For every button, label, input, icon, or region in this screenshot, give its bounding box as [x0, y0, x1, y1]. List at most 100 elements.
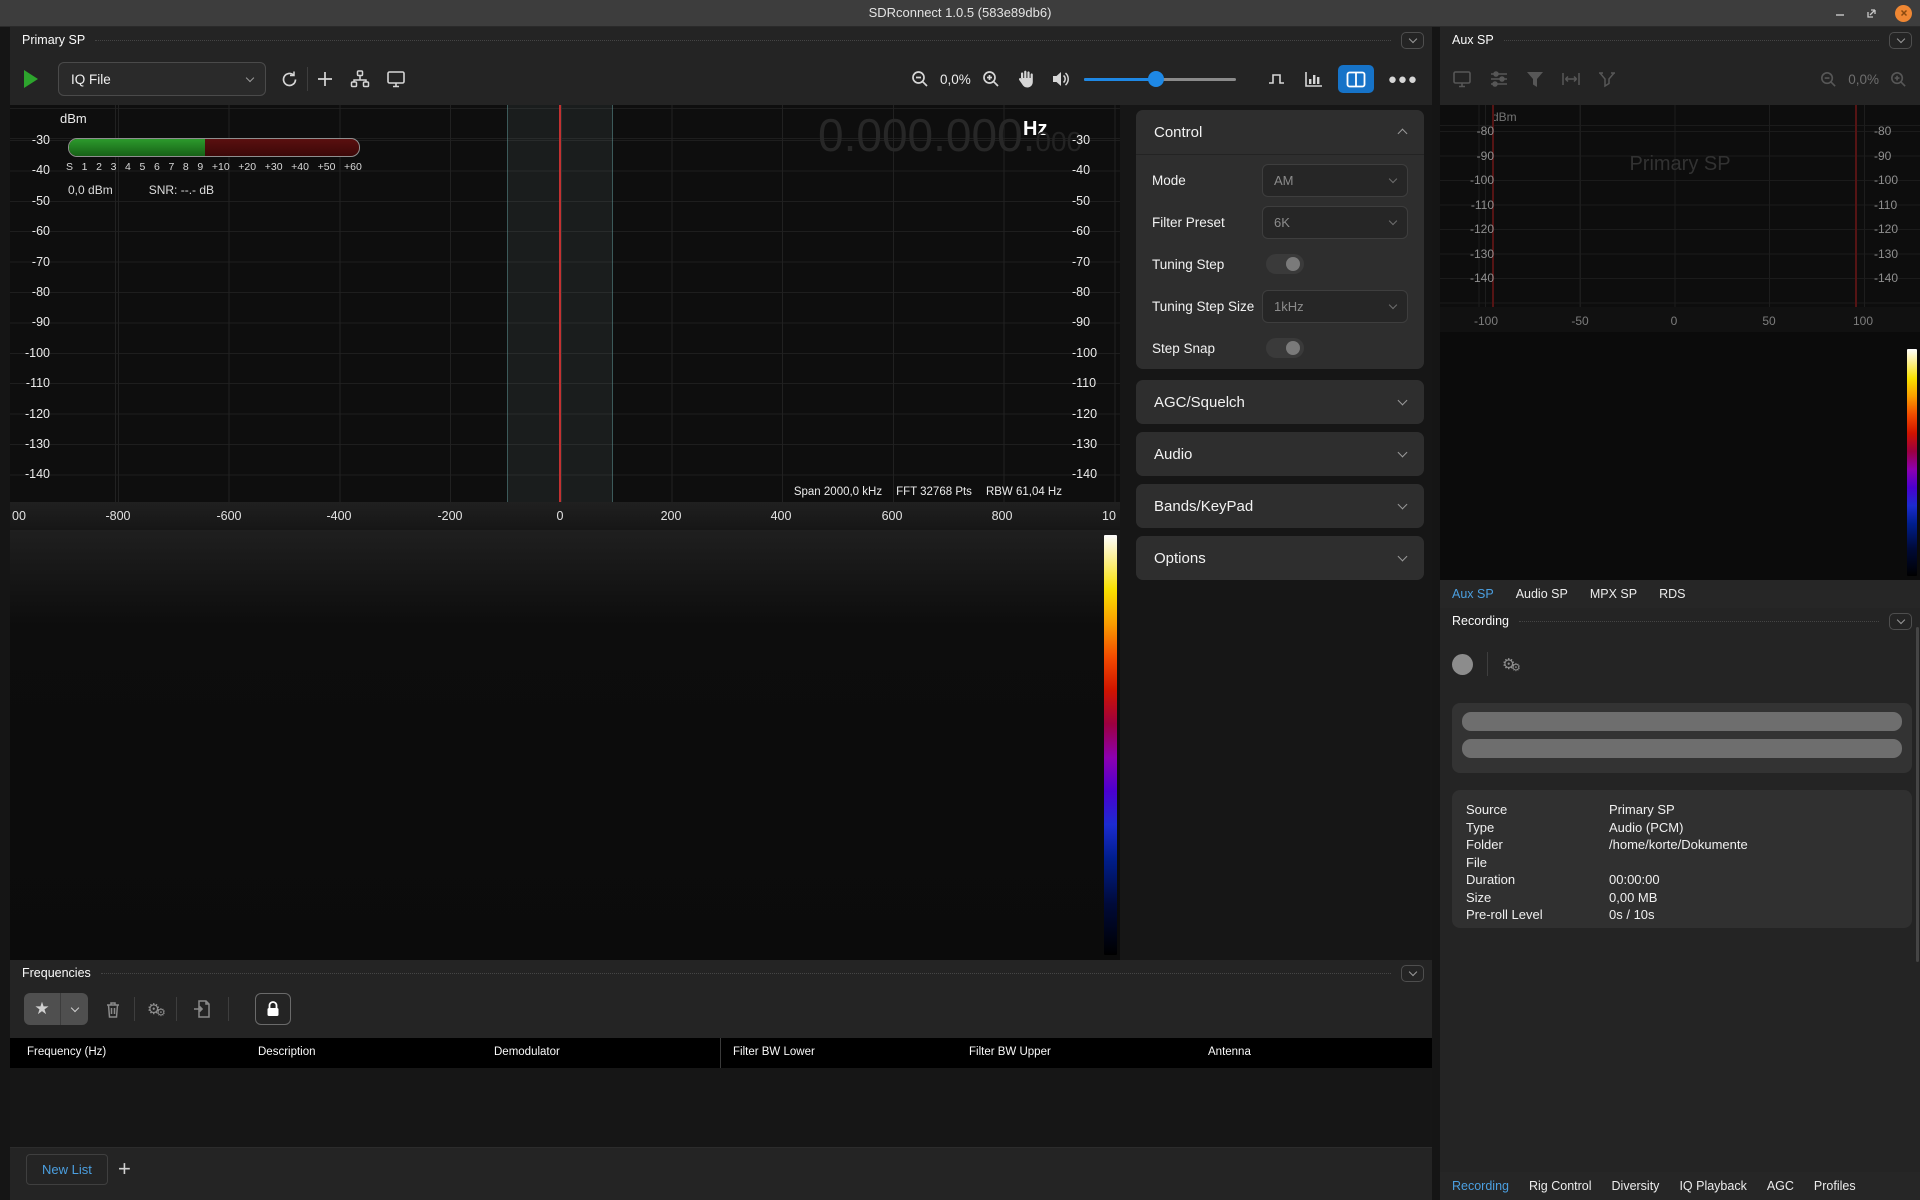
speaker-icon[interactable]	[1051, 70, 1072, 88]
span-width-icon[interactable]	[1561, 72, 1581, 86]
tab-diversity[interactable]: Diversity	[1612, 1179, 1660, 1193]
histogram-view-icon[interactable]	[1304, 70, 1324, 88]
split-view-button[interactable]	[1338, 65, 1374, 93]
tab-aux-sp[interactable]: Aux SP	[1452, 587, 1494, 601]
db-tick: -30	[14, 133, 50, 147]
tab-profiles[interactable]: Profiles	[1814, 1179, 1856, 1193]
aux-collapse-button[interactable]	[1889, 32, 1912, 49]
tab-iq-playback[interactable]: IQ Playback	[1679, 1179, 1746, 1193]
aux-db-tick: -90	[1454, 149, 1494, 163]
tab-mpx-sp[interactable]: MPX SP	[1590, 587, 1637, 601]
aux-db-tick: -130	[1874, 247, 1914, 261]
column-header[interactable]: Antenna	[1208, 1046, 1251, 1058]
s-meter-tick: +30	[265, 161, 283, 173]
tab-audio-sp[interactable]: Audio SP	[1516, 587, 1568, 601]
s-meter-tick: 6	[154, 161, 160, 173]
column-header[interactable]: Description	[258, 1046, 316, 1058]
tab-rds[interactable]: RDS	[1659, 587, 1685, 601]
volume-slider-knob[interactable]	[1148, 71, 1164, 87]
titlebar: SDRconnect 1.0.5 (583e89db6)	[0, 0, 1920, 27]
column-header[interactable]: Filter BW Upper	[969, 1046, 1051, 1058]
network-button[interactable]	[350, 69, 370, 89]
tuning-step-toggle[interactable]	[1266, 254, 1304, 274]
control-section-header[interactable]: Control	[1136, 110, 1424, 155]
tab-rig-control[interactable]: Rig Control	[1529, 1179, 1592, 1193]
more-options-button[interactable]: ●●●	[1388, 71, 1418, 88]
tab-recording[interactable]: Recording	[1452, 1179, 1509, 1193]
recording-collapse-button[interactable]	[1889, 613, 1912, 630]
frequency-display[interactable]: 0.000.000. 000	[818, 113, 1082, 157]
info-row: Pre-roll Level0s / 10s	[1466, 906, 1912, 924]
agc-squelch-header[interactable]: AGC/Squelch	[1136, 380, 1424, 424]
toggle-knob	[1286, 341, 1300, 355]
favorite-dropdown-button[interactable]	[60, 993, 88, 1025]
spectrum-display[interactable]: dBm Hz 0.000.000. 000 -30 -40 -50 -60 -7…	[10, 105, 1120, 502]
zoom-in-icon[interactable]	[1889, 70, 1908, 89]
settings-gears-icon[interactable]: ⚙⚙	[147, 1000, 160, 1018]
add-button[interactable]	[316, 70, 334, 88]
lock-button[interactable]	[255, 993, 291, 1025]
delete-icon[interactable]	[104, 1000, 122, 1019]
column-header[interactable]: Frequency (Hz)	[27, 1046, 106, 1058]
minimize-icon[interactable]	[1831, 4, 1849, 22]
new-list-tab[interactable]: New List	[26, 1154, 108, 1185]
tuning-cursor[interactable]	[559, 105, 561, 502]
s-meter-tick: 4	[125, 161, 131, 173]
import-export-icon[interactable]	[193, 999, 212, 1019]
column-header[interactable]: Demodulator	[494, 1046, 560, 1058]
sliders-icon[interactable]	[1489, 70, 1509, 88]
primary-collapse-button[interactable]	[1401, 32, 1424, 49]
aux-zoom-value: 0,0%	[1848, 72, 1879, 87]
filter-preset-label: Filter Preset	[1152, 215, 1225, 230]
recording-settings-icon[interactable]: ⚙⚙	[1502, 655, 1515, 673]
display-button[interactable]	[1452, 69, 1472, 89]
step-snap-toggle[interactable]	[1266, 338, 1304, 358]
zoom-out-icon[interactable]	[1819, 70, 1838, 89]
mode-select[interactable]: AM	[1262, 164, 1408, 197]
maximize-icon[interactable]	[1863, 4, 1881, 22]
zoom-out-icon[interactable]	[910, 69, 930, 89]
scrollbar[interactable]	[1916, 627, 1919, 962]
tab-agc[interactable]: AGC	[1767, 1179, 1794, 1193]
refresh-button[interactable]	[280, 70, 299, 89]
db-tick: -90	[14, 315, 50, 329]
frequencies-collapse-button[interactable]	[1401, 965, 1424, 982]
aux-spectrum-display[interactable]: dBm Primary SP -80 -90 -100 -110 -120 -1…	[1440, 105, 1920, 307]
aux-db-tick: -80	[1454, 124, 1494, 138]
column-divider[interactable]	[720, 1038, 721, 1068]
aux-waterfall-display[interactable]	[1440, 332, 1920, 580]
column-header[interactable]: Filter BW Lower	[733, 1046, 815, 1058]
aux-frequency-axis[interactable]: -100 -50 0 50 100	[1440, 307, 1920, 332]
tuning-step-size-select[interactable]: 1kHz	[1262, 290, 1408, 323]
source-select[interactable]: IQ File	[58, 62, 266, 96]
waterfall-display[interactable]	[10, 530, 1120, 960]
frequencies-table-body[interactable]	[10, 1068, 1432, 1148]
display-button[interactable]	[386, 69, 406, 89]
db-tick: -120	[14, 407, 50, 421]
bands-keypad-header[interactable]: Bands/KeyPad	[1136, 484, 1424, 528]
filter-preset-select[interactable]: 6K	[1262, 206, 1408, 239]
info-row: Size0,00 MB	[1466, 889, 1912, 907]
record-button[interactable]	[1452, 654, 1473, 675]
volume-slider[interactable]	[1084, 71, 1236, 87]
s-meter-tick: 9	[197, 161, 203, 173]
options-title: Options	[1154, 550, 1206, 567]
audio-header[interactable]: Audio	[1136, 432, 1424, 476]
freq-tick: 0	[557, 509, 564, 523]
frequency-axis[interactable]: 00 -800 -600 -400 -200 0 200 400 600 800…	[10, 502, 1120, 530]
filter-icon[interactable]	[1526, 71, 1544, 88]
ellipsis-icon: ●●●	[1388, 71, 1418, 88]
chevron-down-icon	[1398, 500, 1408, 510]
star-icon[interactable]: ★	[24, 993, 60, 1025]
pan-hand-icon[interactable]	[1017, 69, 1035, 89]
play-button[interactable]	[24, 69, 44, 89]
step-response-icon[interactable]	[1268, 71, 1288, 87]
options-header[interactable]: Options	[1136, 536, 1424, 580]
zoom-in-icon[interactable]	[981, 69, 1001, 89]
filter-preset-value: 6K	[1274, 215, 1290, 230]
filter-edges-icon[interactable]	[1598, 71, 1616, 88]
close-icon[interactable]	[1895, 5, 1912, 22]
favorite-split-button[interactable]: ★	[24, 993, 88, 1025]
add-list-button[interactable]: +	[118, 1156, 131, 1182]
bands-keypad-title: Bands/KeyPad	[1154, 498, 1253, 515]
